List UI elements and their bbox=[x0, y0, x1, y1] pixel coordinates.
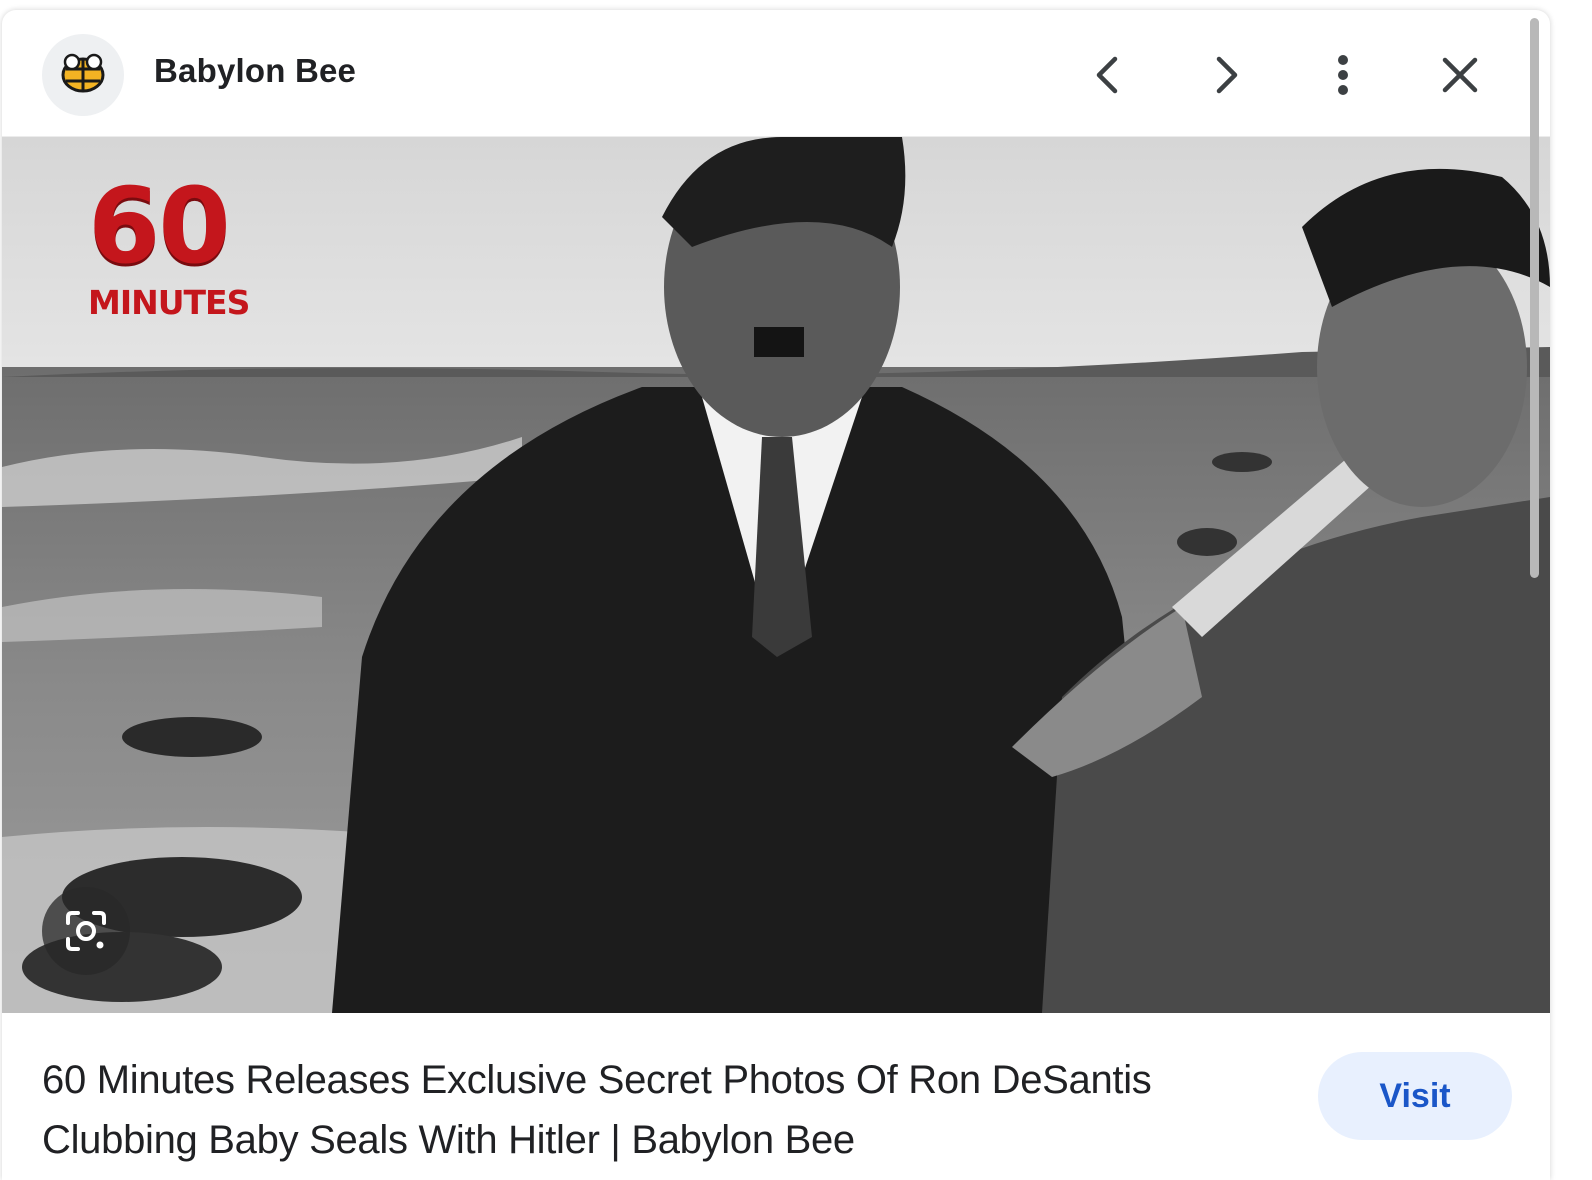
image-title[interactable]: 60 Minutes Releases Exclusive Secret Pho… bbox=[42, 1050, 1282, 1170]
image-preview-panel: Babylon Bee 60 MINUTES 60 Minutes Releas… bbox=[2, 10, 1550, 1180]
close-button[interactable] bbox=[1428, 43, 1492, 107]
brand-number: 60 bbox=[88, 165, 231, 287]
preview-header: Babylon Bee bbox=[2, 10, 1550, 137]
source-name[interactable]: Babylon Bee bbox=[154, 52, 356, 90]
brand-word: MINUTES bbox=[88, 283, 250, 322]
scrollbar-thumb[interactable] bbox=[1530, 18, 1539, 578]
source-logo[interactable] bbox=[42, 34, 124, 116]
close-icon bbox=[1442, 57, 1478, 93]
more-vert-icon bbox=[1338, 55, 1348, 95]
chevron-left-icon bbox=[1096, 56, 1118, 94]
chevron-right-icon bbox=[1216, 56, 1238, 94]
visit-button[interactable]: Visit bbox=[1318, 1052, 1512, 1140]
next-button[interactable] bbox=[1194, 43, 1258, 107]
google-lens-icon bbox=[66, 911, 106, 951]
scrollbar[interactable] bbox=[1527, 18, 1543, 578]
sixty-minutes-logo: 60 MINUTES bbox=[88, 165, 280, 322]
preview-image[interactable]: 60 MINUTES bbox=[2, 137, 1550, 1013]
bee-logo-icon bbox=[61, 53, 105, 93]
more-options-button[interactable] bbox=[1311, 43, 1375, 107]
previous-button[interactable] bbox=[1076, 43, 1140, 107]
google-lens-button[interactable] bbox=[42, 887, 130, 975]
